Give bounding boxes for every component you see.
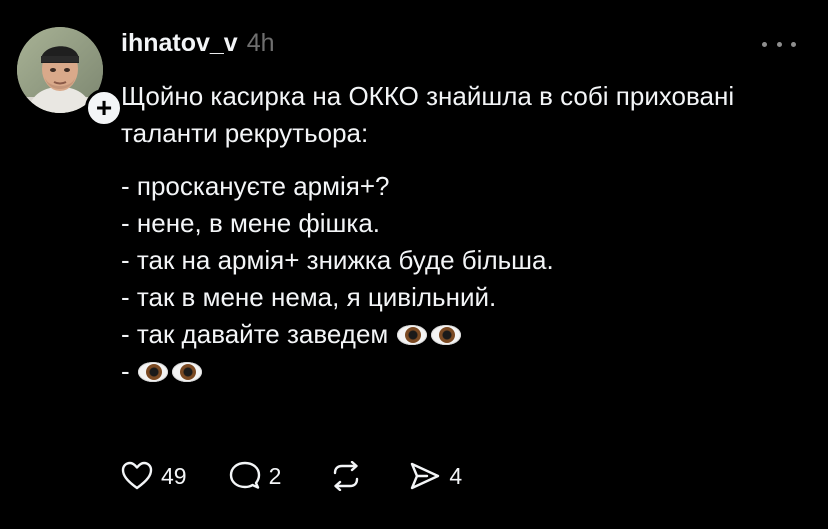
comment-icon	[229, 461, 260, 489]
dot	[776, 41, 782, 47]
post-line: - так давайте заведем	[121, 316, 801, 353]
follow-plus-button[interactable]: +	[85, 89, 123, 127]
post-line: - нене, в мене фішка.	[121, 208, 381, 238]
reply-button[interactable]: 2	[229, 461, 282, 491]
post-line: - так в мене нема, я цивільний.	[121, 282, 497, 312]
share-button[interactable]: 4	[409, 461, 462, 491]
post-timestamp[interactable]: 4h	[247, 29, 275, 58]
post-header: ihnatov_v 4h	[121, 29, 275, 58]
repost-icon	[334, 461, 359, 491]
dot	[791, 41, 796, 47]
post-actions: 49 2 4	[121, 457, 462, 495]
post-text: Щойно касирка на ОККО знайшла в собі при…	[121, 78, 801, 390]
like-count: 49	[161, 462, 187, 489]
eyes-emoji-icon	[137, 361, 202, 382]
author-avatar-container[interactable]: +	[17, 27, 123, 127]
reply-count: 2	[268, 462, 282, 489]
like-button[interactable]: 49	[121, 461, 187, 491]
post-line: - проскануєте армія+?	[121, 171, 390, 201]
post-line: -	[121, 353, 801, 390]
author-username[interactable]: ihnatov_v	[121, 29, 238, 58]
dot	[762, 41, 767, 47]
bottom-divider	[0, 520, 828, 529]
plus-icon: +	[95, 92, 113, 123]
more-options-icon[interactable]	[762, 34, 796, 54]
eyes-emoji-icon	[397, 324, 462, 345]
send-icon	[411, 462, 440, 490]
heart-icon	[121, 461, 153, 490]
post-line: - так на армія+ знижка буде більша.	[121, 245, 554, 275]
share-count: 4	[449, 462, 463, 489]
repost-button[interactable]	[329, 461, 363, 491]
post-intro: Щойно касирка на ОККО знайшла в собі при…	[121, 81, 735, 148]
